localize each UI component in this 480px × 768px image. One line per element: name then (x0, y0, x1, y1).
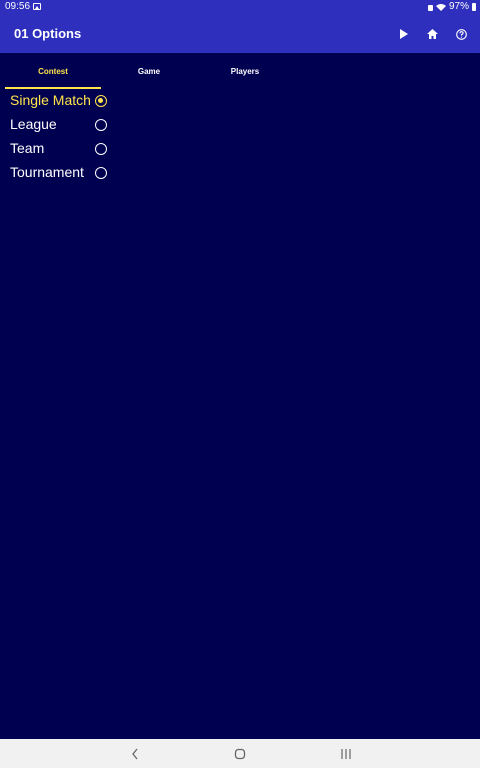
tab-game[interactable]: Game (101, 53, 197, 87)
battery-percent: 97% (448, 1, 469, 12)
tab-players[interactable]: Players (197, 53, 293, 87)
app-bar: 01 Options (0, 14, 480, 53)
option-label: League (10, 116, 57, 132)
wifi-icon (435, 3, 446, 11)
radio-unselected-icon[interactable] (95, 167, 107, 179)
help-button[interactable] (452, 25, 470, 43)
radio-unselected-icon[interactable] (95, 143, 107, 155)
recents-button[interactable] (336, 746, 356, 762)
option-league[interactable]: League (0, 113, 120, 137)
option-single-match[interactable]: Single Match (0, 89, 120, 113)
status-bar: 09:56 97% (0, 0, 480, 14)
image-notification-icon (33, 3, 41, 10)
tab-bar: Contest Game Players (0, 53, 480, 89)
tab-contest[interactable]: Contest (5, 53, 101, 89)
lock-icon (427, 4, 433, 11)
back-button[interactable] (125, 746, 145, 762)
home-nav-button[interactable] (230, 746, 250, 762)
option-tournament[interactable]: Tournament (0, 161, 120, 185)
home-circle-icon (234, 748, 246, 760)
home-button[interactable] (423, 25, 441, 43)
help-icon (455, 28, 467, 40)
play-button[interactable] (395, 25, 413, 43)
recents-icon (341, 749, 351, 759)
status-time: 09:56 (5, 1, 31, 12)
option-label: Team (10, 140, 45, 156)
battery-icon (472, 2, 476, 11)
back-icon (132, 748, 138, 760)
page-title: 01 Options (14, 26, 82, 41)
option-team[interactable]: Team (0, 137, 120, 161)
status-indicators: 97% (427, 1, 476, 12)
option-label: Single Match (10, 92, 91, 108)
radio-selected-icon[interactable] (95, 95, 107, 107)
home-icon (426, 29, 438, 39)
option-label: Tournament (10, 164, 84, 180)
play-icon (400, 29, 408, 39)
system-nav-bar (0, 739, 480, 768)
radio-unselected-icon[interactable] (95, 119, 107, 131)
